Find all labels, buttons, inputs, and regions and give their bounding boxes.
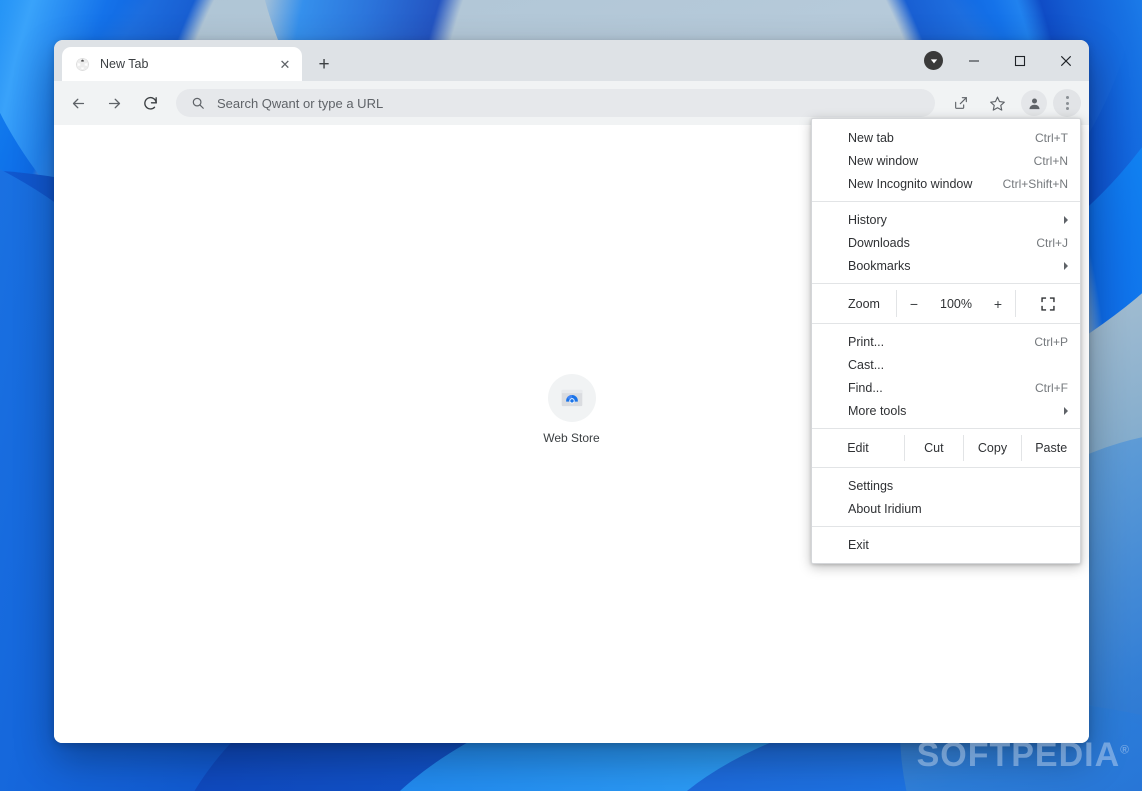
submenu-arrow-icon — [1064, 261, 1068, 270]
zoom-in-button[interactable]: + — [990, 296, 1006, 312]
menu-dot — [1065, 101, 1069, 105]
new-tab-button[interactable]: + — [310, 50, 338, 78]
cut-button[interactable]: Cut — [905, 435, 963, 461]
paste-button[interactable]: Paste — [1022, 435, 1080, 461]
tab-close-icon[interactable]: ✕ — [276, 55, 294, 73]
submenu-arrow-icon — [1064, 406, 1068, 415]
search-icon — [190, 95, 206, 111]
menu-item-label: New tab — [848, 130, 894, 145]
shortcut-web-store[interactable]: Web Store — [516, 368, 628, 451]
zoom-label: Zoom — [848, 296, 880, 311]
reload-icon[interactable] — [135, 88, 165, 118]
menu-edit-row: Edit Cut Copy Paste — [812, 435, 1080, 461]
close-window-button[interactable] — [1043, 40, 1089, 81]
menu-item-label: Settings — [848, 478, 894, 493]
watermark-text: SOFTPEDIA — [916, 736, 1121, 774]
menu-item-label: Print... — [848, 334, 885, 349]
menu-item-new-tab[interactable]: New tab Ctrl+T — [812, 126, 1080, 149]
tab-title: New Tab — [100, 57, 149, 71]
minimize-button[interactable] — [951, 40, 997, 81]
browser-tab[interactable]: New Tab ✕ — [62, 47, 302, 81]
menu-item-label: Bookmarks — [848, 258, 911, 273]
menu-item-label: More tools — [848, 403, 907, 418]
menu-item-find[interactable]: Find... Ctrl+F — [812, 376, 1080, 399]
chrome-web-store-icon — [547, 374, 596, 422]
menu-item-accelerator: Ctrl+P — [1034, 334, 1068, 349]
back-icon[interactable] — [63, 88, 93, 118]
window-controls — [951, 40, 1089, 81]
omnibox-placeholder-text: Search Qwant or type a URL — [217, 95, 384, 111]
menu-item-label: Find... — [848, 380, 883, 395]
zoom-controls: − 100% + — [897, 290, 1015, 317]
watermark-registered-mark: ® — [1120, 742, 1130, 757]
menu-separator — [812, 526, 1080, 527]
browser-main-menu: New tab Ctrl+T New window Ctrl+N New Inc… — [811, 118, 1081, 564]
edit-label: Edit — [847, 441, 869, 455]
shortcut-grid: Web Store — [516, 368, 628, 451]
menu-dot — [1065, 107, 1069, 110]
menu-item-accelerator: Ctrl+Shift+N — [1002, 176, 1068, 191]
softpedia-watermark: SOFTPEDIA® — [917, 736, 1130, 775]
menu-item-label: New Incognito window — [848, 176, 973, 191]
copy-button[interactable]: Copy — [964, 435, 1022, 461]
menu-separator — [812, 201, 1080, 202]
fullscreen-icon[interactable] — [1016, 290, 1080, 317]
maximize-button[interactable] — [997, 40, 1043, 81]
menu-item-accelerator: Ctrl+J — [1036, 235, 1068, 250]
menu-item-cast[interactable]: Cast... — [812, 353, 1080, 376]
menu-item-more-tools[interactable]: More tools — [812, 399, 1080, 422]
menu-item-about-iridium[interactable]: About Iridium — [812, 497, 1080, 520]
menu-item-accelerator: Ctrl+T — [1035, 130, 1068, 145]
menu-item-new-window[interactable]: New window Ctrl+N — [812, 149, 1080, 172]
menu-item-accelerator: Ctrl+F — [1035, 380, 1068, 395]
profile-avatar-icon[interactable] — [1021, 90, 1047, 116]
menu-item-new-incognito-window[interactable]: New Incognito window Ctrl+Shift+N — [812, 172, 1080, 195]
menu-item-label: Downloads — [848, 235, 910, 250]
menu-item-accelerator: Ctrl+N — [1033, 153, 1068, 168]
menu-item-label: About Iridium — [848, 501, 922, 516]
tab-strip: New Tab ✕ + — [54, 40, 1089, 81]
three-dot-menu-icon[interactable] — [1053, 89, 1081, 117]
globe-favicon — [74, 56, 90, 72]
menu-item-settings[interactable]: Settings — [812, 474, 1080, 497]
menu-item-label: New window — [848, 153, 919, 168]
menu-item-bookmarks[interactable]: Bookmarks — [812, 254, 1080, 277]
submenu-arrow-icon — [1064, 215, 1068, 224]
menu-item-label: Exit — [848, 537, 869, 552]
menu-separator — [812, 323, 1080, 324]
tab-search-icon[interactable] — [924, 51, 943, 70]
forward-icon[interactable] — [99, 88, 129, 118]
star-icon[interactable] — [982, 88, 1012, 118]
menu-separator — [812, 428, 1080, 429]
menu-item-label: Cast... — [848, 357, 885, 372]
search-input[interactable]: Search Qwant or type a URL — [176, 89, 935, 117]
menu-item-downloads[interactable]: Downloads Ctrl+J — [812, 231, 1080, 254]
menu-item-history[interactable]: History — [812, 208, 1080, 231]
menu-item-label: History — [848, 212, 887, 227]
menu-item-exit[interactable]: Exit — [812, 533, 1080, 556]
menu-separator — [812, 283, 1080, 284]
zoom-out-button[interactable]: − — [906, 296, 922, 312]
menu-zoom-row: Zoom − 100% + — [812, 290, 1080, 317]
menu-separator — [812, 467, 1080, 468]
shortcut-label: Web Store — [543, 431, 600, 445]
menu-item-print[interactable]: Print... Ctrl+P — [812, 330, 1080, 353]
share-icon[interactable] — [946, 88, 976, 118]
desktop: New Tab ✕ + Search Qwant or type a URL W… — [0, 0, 1142, 791]
zoom-level-value: 100% — [940, 296, 972, 311]
menu-dot — [1065, 96, 1069, 99]
